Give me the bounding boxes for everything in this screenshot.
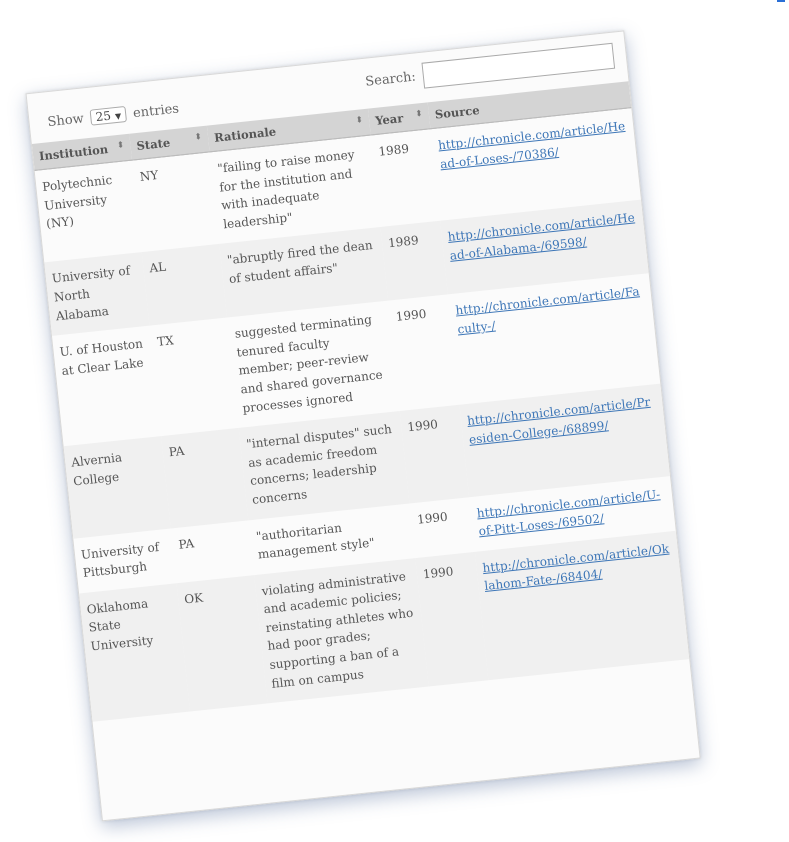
cell-rationale: suggested terminating tenured faculty me…	[234, 312, 384, 415]
cell-source: http://chronicle.com/article/Oklahom-Fat…	[474, 530, 690, 681]
source-link[interactable]: http://chronicle.com/article/Presiden-Co…	[466, 395, 651, 447]
cell-state: PA	[177, 535, 195, 552]
cell-state: NY	[139, 167, 159, 184]
sort-icon: ⬍	[414, 108, 424, 120]
cell-institution: University of Pittsburgh	[80, 539, 160, 581]
cell-state: AL	[141, 244, 228, 326]
cell-year: 1990	[416, 509, 449, 527]
entries-label: entries	[132, 101, 180, 122]
chevron-down-icon: ▼	[114, 111, 122, 122]
source-link[interactable]: http://chronicle.com/article/Head-of-Los…	[437, 119, 625, 171]
cell-institution: Polytechnic University (NY)	[41, 172, 113, 232]
cell-rationale: "internal disputes" such as academic fre…	[238, 411, 410, 520]
sort-icon: ⬍	[355, 115, 364, 126]
source-link[interactable]: http://chronicle.com/article/Oklahom-Fat…	[482, 541, 670, 593]
sort-icon: ⬍	[116, 140, 125, 152]
column-header-label: State	[135, 135, 171, 153]
datatable-card: Show 25 ▼ entries Search: Institution ⬍ St…	[25, 30, 701, 822]
column-header-label: Rationale	[213, 124, 277, 145]
source-link[interactable]: http://chronicle.com/article/Faculty-/	[455, 284, 640, 336]
search-input[interactable]	[421, 42, 616, 89]
column-header-label: Source	[434, 103, 481, 122]
cell-year: 1990	[399, 404, 470, 503]
source-link[interactable]: http://chronicle.com/article/U-of-Pitt-L…	[476, 487, 661, 539]
cell-institution: U. of Houston at Clear Lake	[59, 336, 145, 378]
entries-length-control: Show 25 ▼ entries	[47, 100, 180, 130]
cell-institution: University of North Alabama	[44, 252, 150, 337]
corner-marker	[777, 0, 785, 2]
entries-per-page-value: 25	[95, 108, 112, 125]
cell-state: OK	[176, 574, 268, 712]
cell-state: TX	[156, 333, 175, 350]
column-header-label: Institution	[38, 142, 109, 164]
column-header-label: Year	[374, 111, 404, 128]
cell-state: PA	[161, 428, 249, 529]
cell-year: 1989	[380, 221, 448, 301]
show-label: Show	[46, 111, 85, 131]
cell-source: http://chronicle.com/article/Faculty-/	[448, 273, 660, 404]
entries-per-page-select[interactable]: 25 ▼	[89, 106, 127, 126]
search-label: Search:	[364, 69, 417, 90]
cell-rationale: "failing to raise money for the institut…	[216, 147, 356, 232]
sort-icon: ⬍	[194, 132, 203, 143]
cell-rationale: violating administrative and academic po…	[254, 557, 429, 704]
cell-institution: Alvernia College	[63, 436, 171, 539]
cell-year: 1989	[377, 141, 410, 159]
data-table: Institution ⬍ State ⬍ Rationale ⬍ Year ⬍ Sou…	[31, 81, 690, 723]
source-link[interactable]: http://chronicle.com/article/Head-of-Ala…	[447, 211, 635, 263]
cell-institution: Oklahoma State University	[79, 582, 191, 723]
